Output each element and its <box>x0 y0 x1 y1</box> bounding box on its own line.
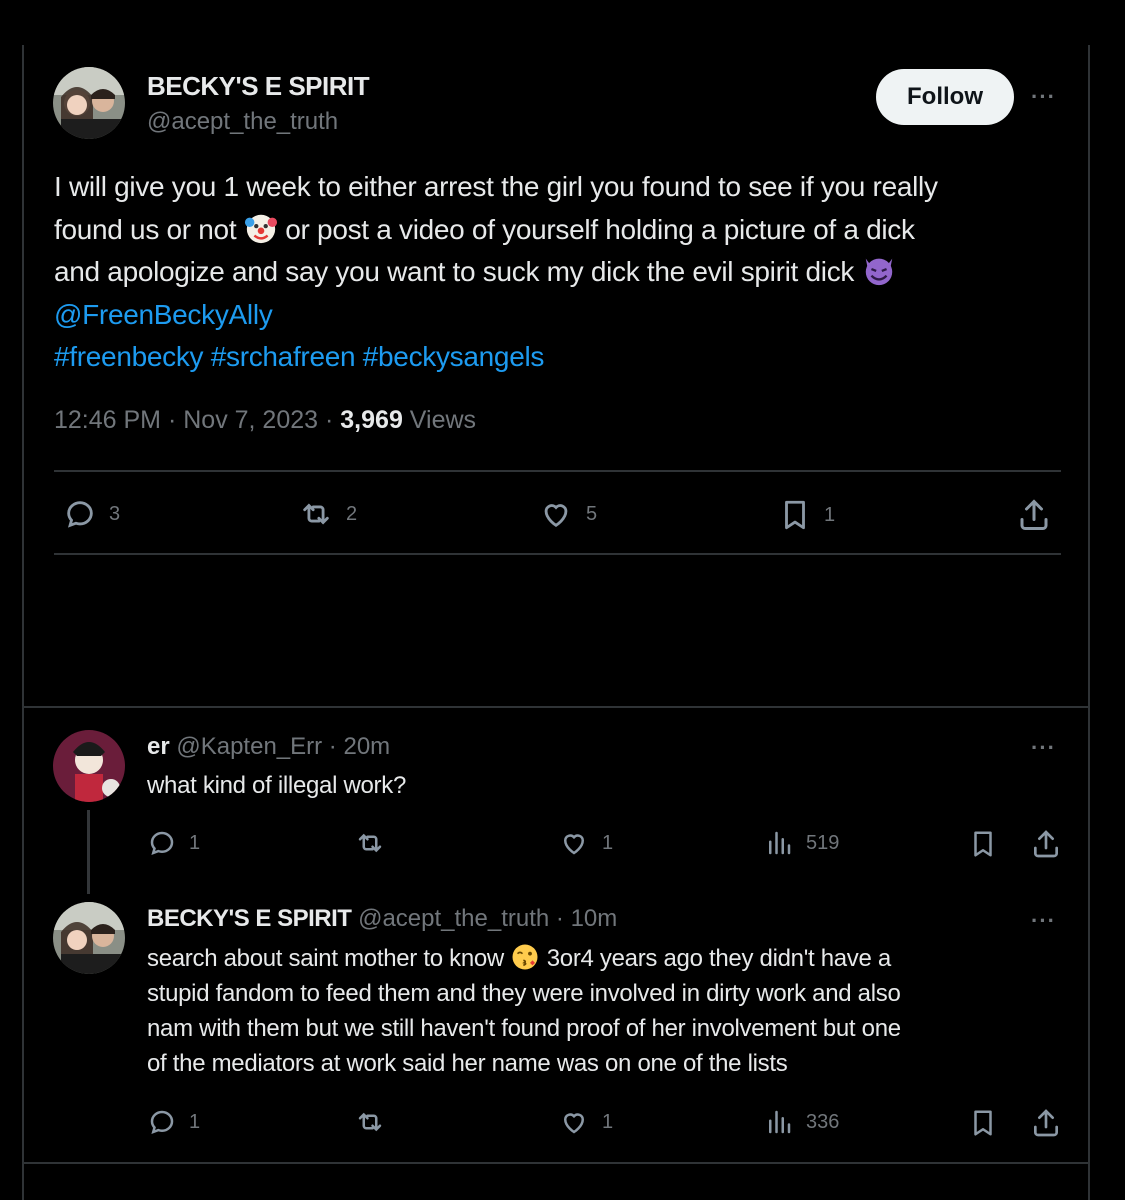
share-button[interactable] <box>1030 1107 1074 1139</box>
reply-line: nam with them but we still haven't found… <box>147 1015 901 1042</box>
repost-icon <box>358 833 382 853</box>
kissing-face-emoji <box>512 944 538 970</box>
share-button[interactable] <box>1030 828 1074 860</box>
tweet-date[interactable]: Nov 7, 2023 <box>183 406 318 434</box>
views-button[interactable]: 519 <box>764 828 839 858</box>
reply-line: stupid fandom to feed them and they were… <box>147 980 901 1007</box>
reply-header: BECKY'S E SPIRIT @acept_the_truth · 10m <box>147 905 617 933</box>
reply-text-part: search about saint mother to know <box>147 945 504 972</box>
tweet-line: and apologize and say you want to suck m… <box>54 251 1064 294</box>
avatar[interactable] <box>53 902 125 974</box>
avatar[interactable] <box>53 730 125 802</box>
reply-header: er @Kapten_Err · 20m <box>147 733 390 761</box>
views-label: Views <box>409 406 477 434</box>
heart-icon <box>544 504 568 528</box>
author-name[interactable]: er <box>147 733 170 760</box>
separator: · <box>549 905 571 932</box>
mention-link[interactable]: @FreenBeckyAlly <box>54 294 1064 337</box>
section-divider <box>22 706 1090 708</box>
views-count: 336 <box>806 1110 840 1133</box>
author-handle[interactable]: @acept_the_truth <box>358 905 549 932</box>
like-button[interactable]: 1 <box>558 828 613 858</box>
reply-count: 3 <box>109 502 121 525</box>
share-button[interactable] <box>1016 497 1064 533</box>
bookmark-icon <box>974 1110 992 1136</box>
bookmark-icon <box>974 831 992 857</box>
author-name[interactable]: BECKY'S E SPIRIT <box>147 905 352 932</box>
repost-button[interactable] <box>354 1107 398 1137</box>
like-button[interactable]: 5 <box>538 497 597 531</box>
heart-icon <box>563 834 585 855</box>
share-icon <box>1034 1109 1058 1137</box>
bookmark-button[interactable] <box>968 828 1010 860</box>
bookmark-button[interactable] <box>968 1107 1010 1139</box>
reply-icon <box>150 831 174 856</box>
repost-button[interactable]: 2 <box>298 497 357 531</box>
views-icon <box>769 831 791 855</box>
bookmark-icon <box>785 500 805 530</box>
more-icon[interactable]: ··· <box>1031 735 1056 761</box>
author-handle[interactable]: @acept_the_truth <box>147 108 338 136</box>
reply-button[interactable]: 3 <box>63 497 120 531</box>
right-column-border <box>1088 45 1090 1200</box>
tweet-meta: 12:46 PM · Nov 7, 2023 · 3,969 Views <box>54 406 477 434</box>
reply-line: of the mediators at work said her name w… <box>147 1050 788 1077</box>
views-icon <box>769 1110 791 1134</box>
section-divider <box>22 1162 1090 1164</box>
reply-text-part: 3or4 years ago they didn't have a <box>546 945 892 972</box>
author-name[interactable]: BECKY'S E SPIRIT <box>147 71 370 102</box>
tweet-line: I will give you 1 week to either arrest … <box>54 171 938 202</box>
reply-line: search about saint mother to know 3or4 y… <box>147 941 1067 976</box>
share-icon <box>1020 499 1048 530</box>
more-icon[interactable]: ··· <box>1031 908 1056 934</box>
like-count: 5 <box>586 502 598 525</box>
reply-icon <box>150 1110 174 1135</box>
repost-icon <box>303 503 329 525</box>
bookmark-button[interactable]: 1 <box>778 497 835 533</box>
clown-face-emoji <box>244 214 277 243</box>
reply-count: 1 <box>189 831 201 854</box>
repost-count: 2 <box>346 502 358 525</box>
reply-button[interactable]: 1 <box>147 1107 200 1137</box>
views-button[interactable]: 336 <box>764 1107 839 1137</box>
like-button[interactable]: 1 <box>558 1107 613 1137</box>
tweet-text-part: and apologize and say you want to suck m… <box>54 256 855 287</box>
tweet-text-part: found us or not <box>54 213 237 245</box>
author-handle[interactable]: @Kapten_Err <box>176 733 322 760</box>
thread-line <box>87 810 90 894</box>
reply-text: what kind of illegal work? <box>147 772 407 799</box>
like-count: 1 <box>602 831 614 854</box>
heart-icon <box>563 1113 585 1134</box>
share-icon <box>1034 830 1058 858</box>
left-column-border <box>22 45 24 1200</box>
avatar[interactable] <box>53 67 125 139</box>
views-count: 3,969 <box>340 406 403 434</box>
repost-icon <box>358 1112 382 1132</box>
reply-text: search about saint mother to know 3or4 y… <box>147 941 1067 1081</box>
reply-age[interactable]: 20m <box>343 733 390 760</box>
divider <box>54 470 1061 472</box>
hashtags[interactable]: #freenbecky #srchafreen #beckysangels <box>54 336 1064 379</box>
reply-icon <box>67 501 93 528</box>
smiling-devil-emoji <box>865 258 892 286</box>
divider <box>54 553 1061 555</box>
reply-button[interactable]: 1 <box>147 828 200 858</box>
tweet-line: found us or not or post a video of yours… <box>54 209 1064 252</box>
tweet-text: I will give you 1 week to either arrest … <box>54 166 1064 379</box>
repost-button[interactable] <box>354 828 398 858</box>
bookmark-count: 1 <box>824 503 836 526</box>
views-count: 519 <box>806 831 840 854</box>
tweet-time[interactable]: 12:46 PM <box>54 406 161 434</box>
reply-age[interactable]: 10m <box>571 905 618 932</box>
follow-button[interactable]: Follow <box>876 69 1014 125</box>
like-count: 1 <box>602 1110 614 1133</box>
reply-count: 1 <box>189 1110 201 1133</box>
more-icon[interactable]: ··· <box>1031 84 1056 110</box>
tweet-text-part: or post a video of yourself holding a pi… <box>285 213 915 245</box>
separator: · <box>322 733 344 760</box>
